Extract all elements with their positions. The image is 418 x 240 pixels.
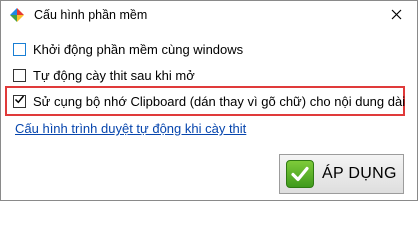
browser-config-link[interactable]: Cấu hình trình duyệt tự động khi cày thi… xyxy=(15,121,246,136)
window-title: Cấu hình phần mềm xyxy=(34,8,148,22)
start-with-windows-label: Khởi động phần mềm cùng windows xyxy=(33,41,244,57)
apply-button[interactable]: ÁP DỤNG xyxy=(279,154,404,194)
close-icon xyxy=(391,7,402,25)
app-logo-icon xyxy=(9,7,25,23)
use-clipboard-label: Sử cụng bộ nhớ Clipboard (dán thay vì gõ… xyxy=(33,93,406,109)
close-button[interactable] xyxy=(385,6,407,26)
apply-button-label: ÁP DỤNG xyxy=(322,165,397,182)
use-clipboard-checkbox[interactable] xyxy=(13,92,26,110)
title-bar: Cấu hình phần mềm xyxy=(1,1,417,31)
settings-dialog: Cấu hình phần mềm Khởi động phần mềm cùn… xyxy=(0,0,418,201)
option-use-clipboard[interactable]: Sử cụng bộ nhớ Clipboard (dán thay vì gõ… xyxy=(13,92,405,110)
auto-run-label: Tự động cày thit sau khi mở xyxy=(33,67,195,83)
checkmark-icon xyxy=(286,160,314,188)
auto-run-checkbox[interactable] xyxy=(13,68,26,82)
checkmark-icon xyxy=(14,92,25,110)
start-with-windows-checkbox[interactable] xyxy=(13,42,26,56)
option-start-with-windows[interactable]: Khởi động phần mềm cùng windows xyxy=(13,40,243,58)
option-auto-run[interactable]: Tự động cày thit sau khi mở xyxy=(13,66,195,84)
